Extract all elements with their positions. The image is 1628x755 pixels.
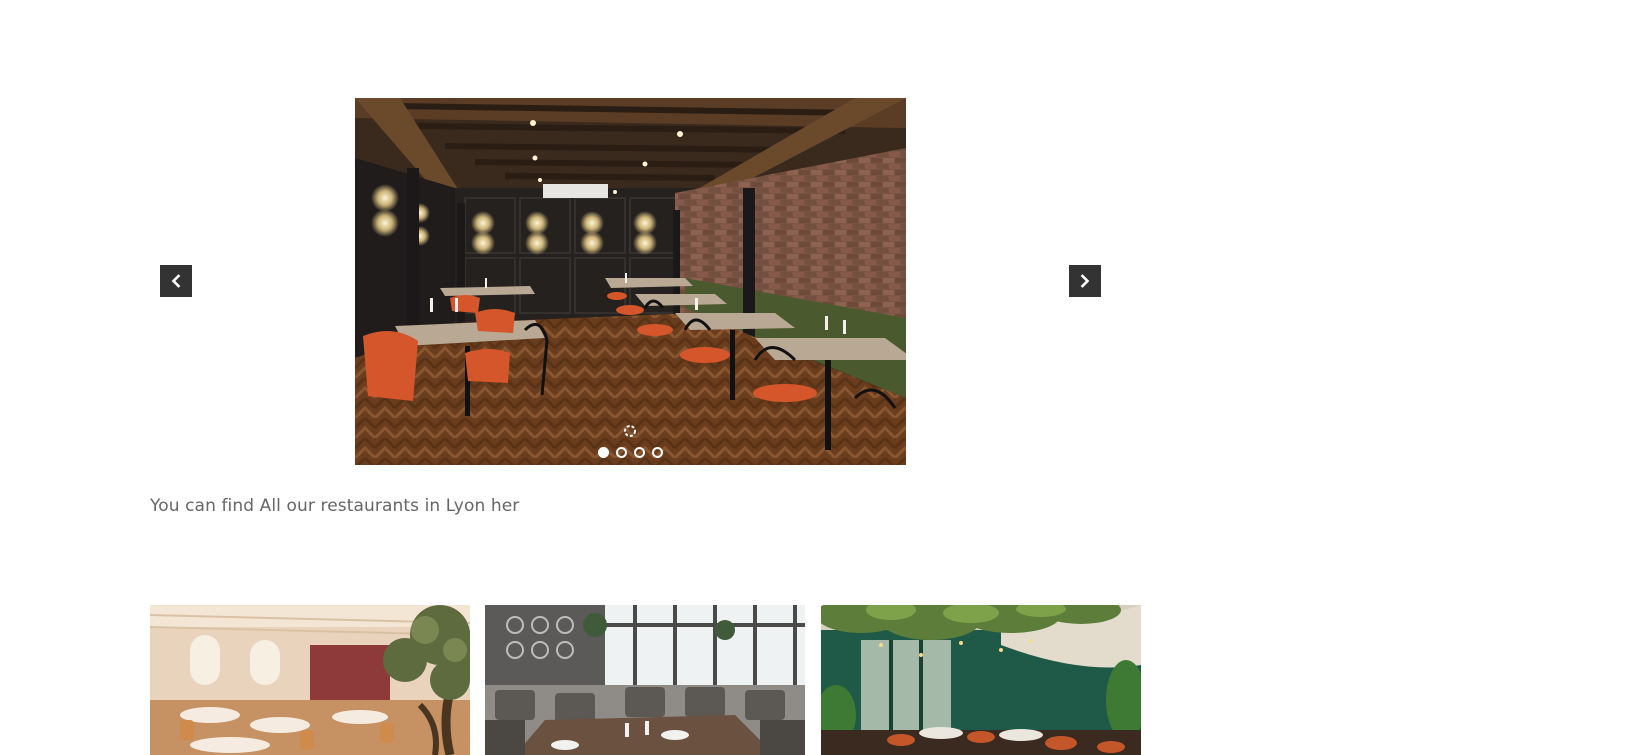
gallery-image-3[interactable]	[821, 605, 1141, 755]
slider-dot-4[interactable]	[652, 447, 663, 458]
gallery-image-2[interactable]	[485, 605, 805, 755]
slider-dot-1[interactable]	[598, 447, 609, 458]
chevron-left-icon	[171, 274, 181, 288]
chevron-right-icon	[1080, 274, 1090, 288]
restaurants-caption: You can find All our restaurants in Lyon…	[150, 496, 520, 516]
slider-next-button[interactable]	[1069, 265, 1101, 297]
slider-dot-3[interactable]	[634, 447, 645, 458]
page: You can find All our restaurants in Lyon…	[0, 0, 1628, 755]
slide-image	[355, 98, 906, 465]
slider-pagination	[355, 447, 906, 458]
loading-spinner-icon	[624, 425, 636, 437]
slider-dot-2[interactable]	[616, 447, 627, 458]
slider-prev-button[interactable]	[160, 265, 192, 297]
image-slider[interactable]	[355, 98, 906, 465]
gallery-image-1[interactable]	[150, 605, 470, 755]
